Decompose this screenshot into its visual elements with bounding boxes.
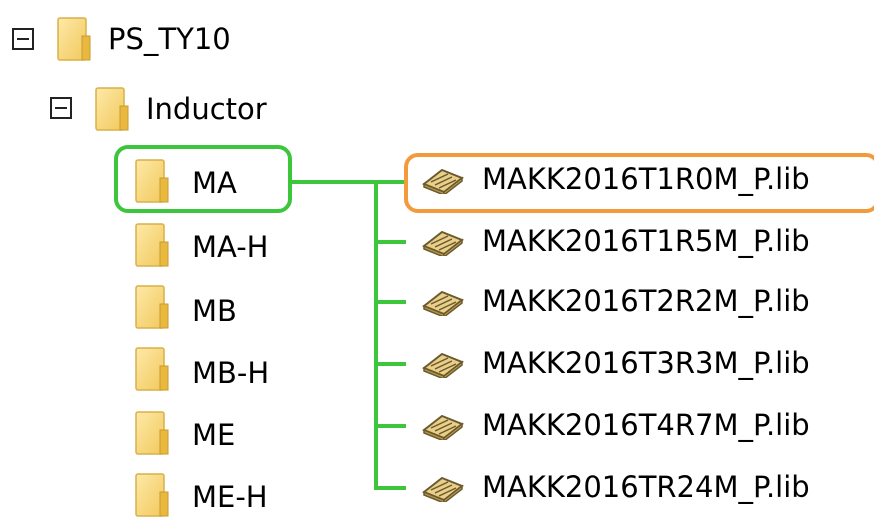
tree-node-label: ME-H xyxy=(192,480,268,514)
file-label: MAKK2016T3R3M_P.lib xyxy=(482,346,810,380)
folder-icon xyxy=(134,346,170,392)
folder-highlight xyxy=(114,145,292,213)
connector-line xyxy=(374,300,406,304)
file-label: MAKK2016T1R5M_P.lib xyxy=(482,224,810,258)
library-file-icon xyxy=(420,228,466,256)
folder-icon xyxy=(94,86,130,132)
tree-node-label: Inductor xyxy=(146,92,267,126)
tree-node-label: PS_TY10 xyxy=(108,22,231,56)
library-file-icon xyxy=(420,166,466,194)
file-label: MAKK2016TR24M_P.lib xyxy=(482,470,810,504)
folder-icon xyxy=(56,16,92,62)
tree-node-label: MA-H xyxy=(192,230,269,264)
folder-icon xyxy=(134,222,170,268)
collapse-toggle-icon[interactable] xyxy=(50,97,72,119)
connector-line xyxy=(374,362,406,366)
file-label: MAKK2016T4R7M_P.lib xyxy=(482,408,810,442)
connector-line xyxy=(374,240,406,244)
library-file-icon xyxy=(420,412,466,440)
connector-line xyxy=(374,180,378,490)
file-label: MAKK2016T2R2M_P.lib xyxy=(482,284,810,318)
library-file-icon xyxy=(420,350,466,378)
library-file-icon xyxy=(420,288,466,316)
connector-line xyxy=(374,424,406,428)
tree-node-label: ME xyxy=(192,418,236,452)
connector-line xyxy=(290,180,408,184)
folder-icon xyxy=(134,284,170,330)
folder-icon xyxy=(134,410,170,456)
tree-node-label: MB-H xyxy=(192,356,270,390)
connector-line xyxy=(374,486,406,490)
folder-icon xyxy=(134,472,170,518)
collapse-toggle-icon[interactable] xyxy=(12,28,34,50)
file-label: MAKK2016T1R0M_P.lib xyxy=(482,162,810,196)
library-file-icon xyxy=(420,474,466,502)
tree-node-label: MB xyxy=(192,294,237,328)
